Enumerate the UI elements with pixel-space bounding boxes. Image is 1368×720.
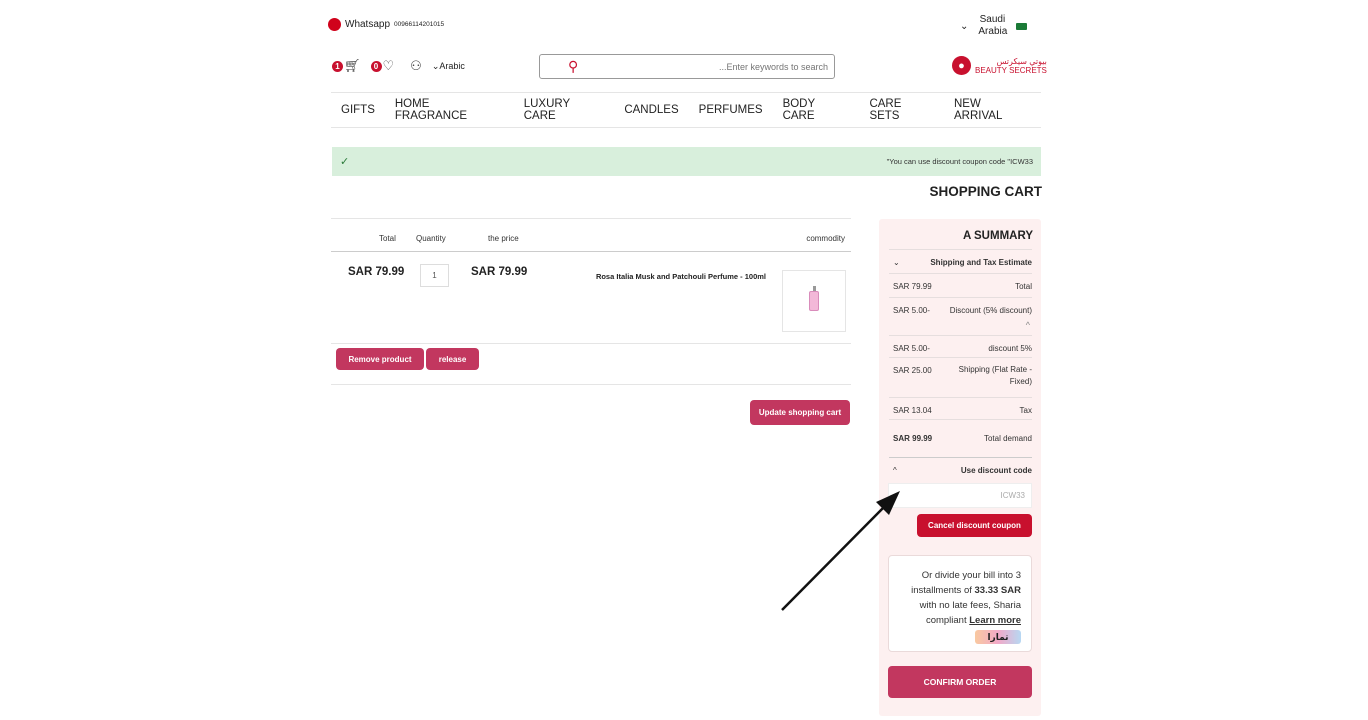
remove-product-button[interactable]: Remove product [336, 348, 424, 370]
saudi-flag-icon [1016, 22, 1028, 30]
heart-icon[interactable]: ♡ [383, 58, 395, 74]
item-price: SAR 79.99 [471, 266, 528, 278]
summary-value: SAR 5.00- [893, 344, 930, 353]
chevron-down-icon: ⌄ [893, 258, 900, 267]
product-name[interactable]: Rosa Italia Musk and Patchouli Perfume -… [560, 272, 766, 281]
release-button[interactable]: release [426, 348, 479, 370]
summary-label: Tax [1019, 406, 1032, 415]
language-selector[interactable]: ⌄Arabic [432, 61, 465, 72]
nav-perfumes[interactable]: PERFUMES [689, 104, 773, 116]
divider [331, 384, 851, 385]
country-line2: Arabia [978, 26, 1008, 37]
cancel-coupon-button[interactable]: Cancel discount coupon [917, 514, 1032, 537]
header-quantity: Quantity [416, 234, 446, 243]
coupon-input[interactable]: ICW33 [888, 483, 1032, 508]
page: Whatsapp 00966114201015 ⌄ Saudi Arabia 1 🛒… [0, 0, 1368, 720]
coupon-message-text: "You can use discount coupon code "ICW33 [886, 157, 1033, 166]
country-selector[interactable]: ⌄ Saudi Arabia [960, 14, 1028, 38]
item-total: SAR 79.99 [348, 266, 405, 278]
wishlist-count-badge: 0 [370, 60, 382, 72]
discount-code-toggle[interactable]: ^ Use discount code [889, 457, 1032, 481]
header-icons: 1 🛒︎ 0 ♡ ⚇ ⌄Arabic [332, 58, 465, 74]
search-icon[interactable]: ⚲ [568, 58, 578, 75]
tamara-amount: 33.33 SAR [974, 585, 1021, 596]
chevron-up-icon: ^ [893, 466, 897, 475]
nav-care-sets[interactable]: CARE SETS [859, 98, 944, 122]
main-nav: GIFTS HOME FRAGRANCE LUXURY CARE CANDLES… [331, 92, 1041, 128]
shipping-estimate-label: Shipping and Tax Estimate [930, 258, 1032, 267]
quantity-input[interactable]: 1 [420, 264, 449, 287]
summary-row: SAR 25.00 Shipping (Flat Rate - Fixed) [889, 357, 1032, 397]
cart-table-header: Total Quantity the price commodity [331, 218, 851, 252]
brand-logo[interactable]: ● بيوتي سيكرتس BEAUTY SECRETS [952, 56, 1047, 75]
summary-row[interactable]: SAR 5.00- Discount (5% discount) ^ [889, 297, 1032, 335]
header-total: Total [379, 234, 396, 243]
divider [331, 343, 851, 344]
nav-home-fragrance[interactable]: HOME FRAGRANCE [385, 98, 514, 122]
summary-row: SAR 13.04 Tax [889, 397, 1032, 419]
summary-value: SAR 25.00 [893, 366, 932, 375]
summary-label: Total [1015, 282, 1032, 291]
whatsapp-label: Whatsapp [345, 19, 391, 30]
logo-arabic: بيوتي سيكرتس [996, 56, 1047, 66]
use-discount-label: Use discount code [960, 466, 1032, 475]
chevron-up-icon: ^ [1025, 320, 1030, 330]
summary-row: SAR 5.00- discount 5% [889, 335, 1032, 357]
tamara-logo: تمارا [975, 630, 1021, 644]
summary-label: Discount (5% discount) [949, 306, 1032, 315]
tamara-installments: Or divide your bill into 3 installments … [888, 555, 1032, 652]
header-commodity: commodity [806, 234, 845, 243]
whatsapp-icon [328, 18, 341, 31]
check-icon: ✓ [340, 156, 350, 168]
update-cart-button[interactable]: Update shopping cart [750, 400, 850, 425]
shipping-estimate-toggle[interactable]: ⌄ Shipping and Tax Estimate [889, 249, 1032, 273]
search-box: ⚲ [539, 54, 835, 79]
summary-label: discount 5% [988, 344, 1032, 353]
confirm-order-button[interactable]: CONFIRM ORDER [888, 666, 1032, 698]
cart-count-badge: 1 [332, 60, 343, 72]
nav-body-care[interactable]: BODY CARE [773, 98, 860, 122]
nav-new-arrival[interactable]: NEW ARRIVAL [944, 98, 1041, 122]
summary-row: SAR 79.99 Total [889, 273, 1032, 297]
nav-candles[interactable]: CANDLES [614, 104, 688, 116]
user-icon[interactable]: ⚇ [410, 58, 422, 74]
header-price: the price [488, 234, 519, 243]
search-input[interactable] [566, 61, 828, 72]
product-image[interactable] [782, 270, 846, 332]
logo-english: BEAUTY SECRETS [975, 65, 1047, 75]
summary-value: SAR 5.00- [893, 306, 930, 315]
total-demand-value: SAR 99.99 [893, 434, 933, 443]
chevron-down-icon: ⌄ [960, 20, 969, 32]
summary-row-total: SAR 99.99 Total demand [889, 419, 1032, 457]
whatsapp-number: 00966114201015 [394, 21, 445, 28]
success-message: ✓ "You can use discount coupon code "ICW… [332, 147, 1041, 176]
summary-value: SAR 79.99 [893, 282, 932, 291]
learn-more-link[interactable]: Learn more [969, 615, 1021, 626]
cart-icon[interactable]: 🛒︎ [344, 58, 361, 74]
total-demand-label: Total demand [983, 434, 1032, 443]
logo-icon: ● [952, 56, 971, 75]
nav-gifts[interactable]: GIFTS [331, 104, 385, 116]
perfume-bottle-icon [809, 286, 819, 311]
whatsapp-contact[interactable]: Whatsapp 00966114201015 [328, 18, 444, 31]
arrow-shaft [781, 502, 889, 611]
page-title: SHOPPING CART [929, 184, 1042, 199]
summary-title: A SUMMARY [962, 230, 1033, 242]
nav-luxury-care[interactable]: LUXURY CARE [514, 98, 615, 122]
summary-value: SAR 13.04 [893, 406, 932, 415]
summary-label: Shipping (Flat Rate - Fixed) [958, 365, 1032, 386]
country-line1: Saudi [979, 14, 1006, 25]
